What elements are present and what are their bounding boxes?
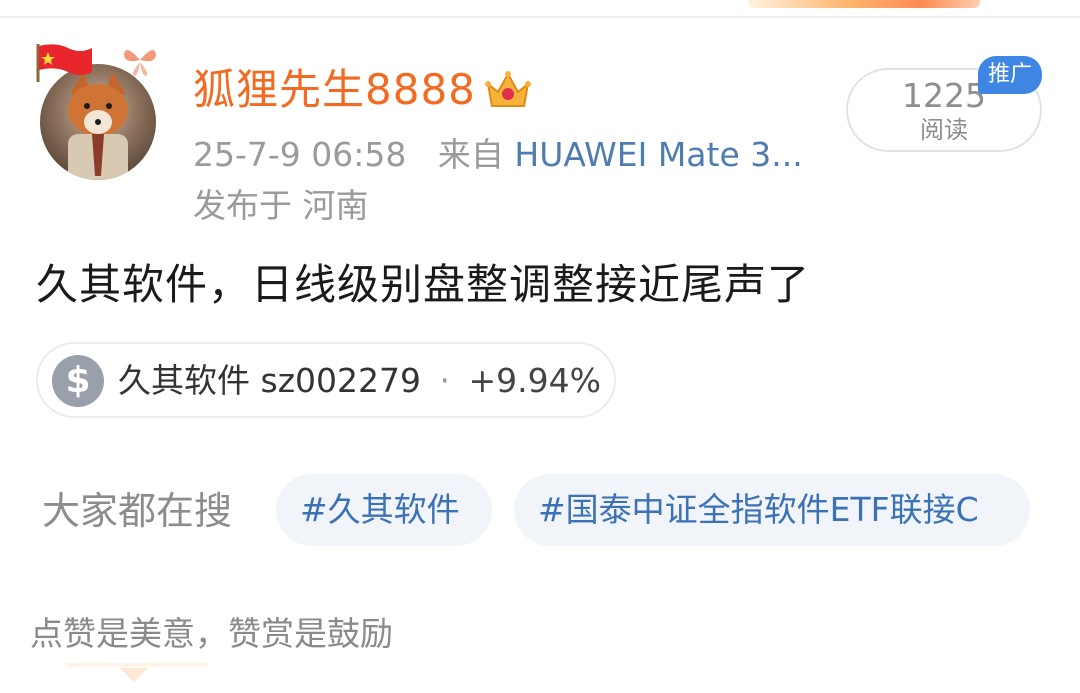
- read-label: 阅读: [920, 116, 968, 144]
- stock-change: +9.94%: [468, 361, 601, 400]
- dollar-icon: $: [52, 355, 104, 407]
- hot-search-label: 大家都在搜: [42, 489, 233, 533]
- vip-crown-icon[interactable]: [484, 68, 532, 112]
- china-flag-icon: [36, 44, 92, 82]
- stock-chip[interactable]: $ 久其软件 sz002279 · +9.94%: [36, 342, 616, 418]
- butterfly-icon: [124, 50, 156, 76]
- post-text: 久其软件，日线级别盘整调整接近尾声了: [36, 260, 811, 309]
- stock-name: 久其软件: [118, 361, 250, 400]
- reward-text: 点赞是美意，赞赏是鼓励: [30, 614, 393, 653]
- topic-chip-1[interactable]: #久其软件: [276, 474, 492, 546]
- reward-arrow-icon[interactable]: [120, 668, 148, 682]
- stock-info: 久其软件 sz002279 · +9.94%: [118, 356, 601, 406]
- top-banner: [748, 0, 980, 8]
- post-location: 发布于 河南: [193, 186, 369, 225]
- device-link[interactable]: HUAWEI Mate 3...: [514, 135, 802, 174]
- reward-underline: [66, 663, 208, 667]
- topic-chip-2[interactable]: #国泰中证全指软件ETF联接C: [514, 474, 1030, 546]
- post-timestamp: 25-7-9 06:58: [193, 135, 407, 174]
- post-meta: 25-7-9 06:58 来自 HUAWEI Mate 3...: [193, 134, 803, 176]
- top-divider: [0, 16, 1080, 18]
- username[interactable]: 狐狸先生8888: [193, 64, 476, 116]
- stock-code: sz002279: [260, 361, 422, 400]
- promo-badge: 推广: [978, 56, 1042, 94]
- avatar-group[interactable]: [34, 42, 164, 182]
- source-prefix: 来自: [437, 135, 504, 174]
- stock-separator: ·: [439, 361, 451, 400]
